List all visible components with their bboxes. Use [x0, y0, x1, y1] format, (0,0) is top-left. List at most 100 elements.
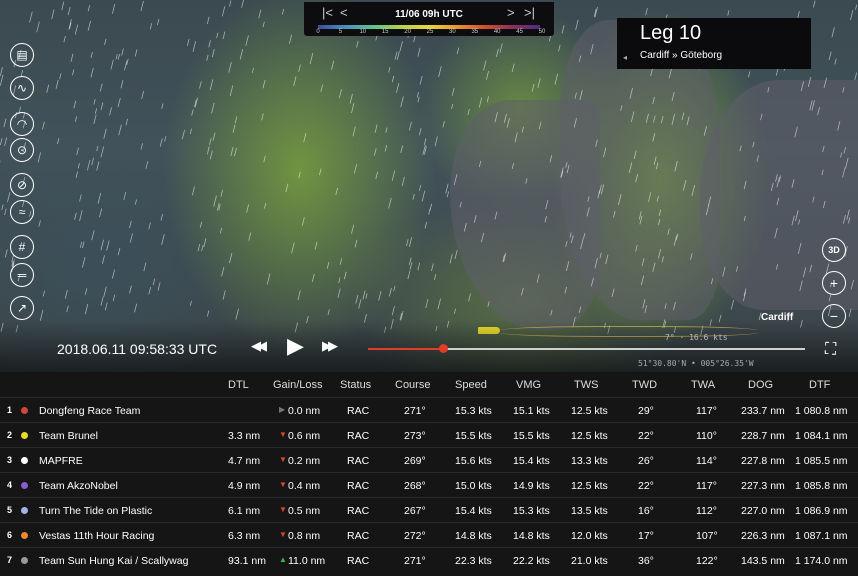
- wind-arrow: [417, 96, 420, 103]
- wind-arrow: [388, 66, 391, 73]
- table-row[interactable]: 6 Vestas 11th Hour Racing 6.3 nm ▼ 0.8 nm RAC…: [0, 522, 858, 547]
- ruler-icon[interactable]: ═: [10, 263, 34, 287]
- col-dtl[interactable]: DTL: [228, 379, 249, 391]
- cursor-coordinates: 51°30.80'N • 005°26.35'W: [638, 359, 754, 368]
- graph-icon[interactable]: ↗: [10, 296, 34, 320]
- wind-arrow: [74, 24, 79, 35]
- map-icon[interactable]: ▤: [10, 43, 34, 67]
- cell-speed: 15.4 kts: [455, 505, 492, 517]
- leg-card: Leg 10 ◂ Cardiff » Göteborg: [617, 18, 811, 69]
- wind-arrow: [446, 191, 450, 198]
- current-icon[interactable]: ⊘: [10, 173, 34, 197]
- wind-arrow: [799, 280, 803, 292]
- col-twa[interactable]: TWA: [691, 379, 715, 391]
- wind-arrow: [117, 53, 120, 60]
- wind-arrow: [640, 275, 645, 286]
- cell-vmg: 14.9 kts: [513, 480, 550, 492]
- wind-arrow: [511, 163, 514, 169]
- last-step-button[interactable]: >|: [524, 5, 535, 20]
- leg-prev-icon[interactable]: ◂: [623, 53, 627, 62]
- col-status[interactable]: Status: [340, 379, 371, 391]
- play-button[interactable]: ▶: [287, 333, 304, 359]
- wind-arrow: [94, 108, 98, 114]
- wind-arrow: [635, 245, 638, 252]
- wind-arrow: [433, 274, 437, 281]
- cell-twd: 22°: [638, 430, 654, 442]
- wind-arrow: [658, 219, 661, 225]
- wind-arrow: [575, 19, 579, 31]
- fullscreen-icon[interactable]: ⛶: [825, 341, 836, 359]
- wind-arrow: [743, 181, 747, 190]
- col-gain-loss[interactable]: Gain/Loss: [273, 379, 323, 391]
- grid-icon[interactable]: #: [10, 235, 34, 259]
- compass-icon[interactable]: ⊙: [10, 138, 34, 162]
- wind-arrow: [197, 244, 201, 252]
- wind-arrow: [655, 162, 659, 170]
- wind-arrow: [81, 256, 86, 268]
- wind-arrow: [667, 228, 670, 236]
- wind-arrow: [97, 192, 102, 204]
- wind-arrow: [213, 195, 217, 207]
- col-twd[interactable]: TWD: [632, 379, 657, 391]
- cell-course: 271°: [404, 405, 426, 417]
- wind-arrow: [752, 141, 755, 148]
- next-step-button[interactable]: >: [507, 5, 515, 20]
- wind-arrow: [834, 58, 837, 65]
- scale-tick: 25: [426, 29, 434, 35]
- timeline-handle[interactable]: [439, 344, 448, 353]
- wind-arrow: [331, 60, 335, 70]
- col-dog[interactable]: DOG: [748, 379, 773, 391]
- wind-arrow: [579, 90, 583, 101]
- wind-arrow: [100, 102, 104, 111]
- wind-arrow: [828, 294, 832, 302]
- scale-tick: 10: [359, 29, 367, 35]
- wind-arrow: [192, 41, 197, 52]
- forward-button[interactable]: ▶▶: [322, 338, 338, 354]
- wind-arrow: [152, 278, 156, 286]
- table-row[interactable]: 1 Dongfeng Race Team ▶ 0.0 nm RAC 271° 15.3 kt…: [0, 397, 858, 422]
- col-tws[interactable]: TWS: [574, 379, 598, 391]
- 3d-toggle-button[interactable]: 3D: [822, 238, 846, 262]
- scale-tick: 0: [316, 29, 320, 35]
- wind-arrow: [90, 52, 93, 58]
- wind-arrow: [445, 183, 449, 194]
- table-row[interactable]: 7 Team Sun Hung Kai / Scallywag 93.1 nm ▲ 11…: [0, 547, 858, 572]
- col-vmg[interactable]: VMG: [516, 379, 541, 391]
- col-course[interactable]: Course: [395, 379, 430, 391]
- cell-twa: 110°: [696, 430, 717, 442]
- table-row[interactable]: 2 Team Brunel 3.3 nm ▼ 0.6 nm RAC 273° 15.5 kts…: [0, 422, 858, 447]
- wind-arrow: [545, 199, 549, 210]
- wind-arrow: [656, 195, 659, 202]
- col-speed[interactable]: Speed: [455, 379, 487, 391]
- wind-arrow: [391, 306, 395, 316]
- rank-number: 7: [7, 555, 13, 565]
- cell-dtl: 6.3 nm: [228, 530, 261, 542]
- wind-arrow: [103, 286, 107, 297]
- col-dtf[interactable]: DTF: [809, 379, 830, 391]
- wind-icon[interactable]: ◠: [10, 112, 34, 136]
- table-row[interactable]: 4 Team AkzoNobel 4.9 nm ▼ 0.4 nm RAC 268° 15.0 …: [0, 472, 858, 497]
- wind-arrow: [229, 85, 234, 97]
- cell-dtf: 1 085.8 nm: [795, 480, 848, 492]
- table-row[interactable]: 5 Turn The Tide on Plastic 6.1 nm ▼ 0.5 nm RA…: [0, 497, 858, 522]
- zoom-out-button[interactable]: −: [822, 304, 846, 328]
- wind-arrow: [191, 109, 194, 116]
- scale-tick: 50: [538, 29, 546, 35]
- wind-arrow: [418, 184, 422, 191]
- wind-arrow: [261, 113, 264, 121]
- zoom-in-button[interactable]: +: [822, 271, 846, 295]
- wind-arrow: [809, 100, 813, 111]
- route-icon[interactable]: ∿: [10, 76, 34, 100]
- table-row[interactable]: 3 MAPFRE 4.7 nm ▼ 0.2 nm RAC 269° 15.6 kts 15.4 …: [0, 447, 858, 472]
- wave-icon[interactable]: ≈: [10, 200, 34, 224]
- rank-number: 5: [7, 505, 13, 515]
- wind-arrow: [473, 215, 477, 223]
- wind-arrow: [76, 147, 79, 156]
- wind-arrow: [478, 97, 483, 108]
- rewind-button[interactable]: ◀◀: [251, 338, 267, 354]
- wind-arrow: [590, 43, 594, 55]
- team-name: MAPFRE: [39, 455, 83, 467]
- wind-arrow: [234, 116, 238, 124]
- wind-arrow: [840, 152, 843, 158]
- wind-arrow: [93, 114, 97, 125]
